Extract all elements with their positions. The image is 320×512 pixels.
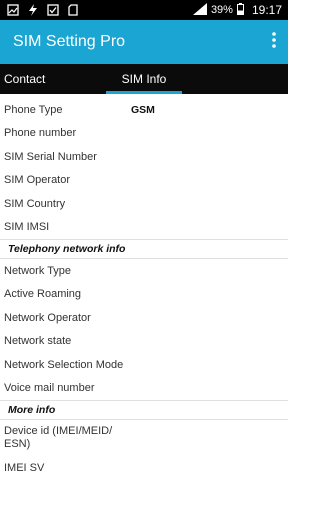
- info-label: Network Selection Mode: [4, 358, 124, 371]
- battery-percent: 39%: [210, 4, 233, 16]
- info-row-network-operator: Network Operator: [0, 306, 288, 330]
- info-row-sim-operator: SIM Operator: [0, 169, 288, 193]
- info-row-network-selection-mode: Network Selection Mode: [0, 353, 288, 377]
- info-label: IMEI SV: [4, 461, 45, 474]
- info-row-network-type: Network Type: [0, 259, 288, 283]
- overflow-menu-button[interactable]: [260, 20, 288, 64]
- image-notification-icon: [7, 4, 19, 16]
- flash-notification-icon: [28, 4, 38, 16]
- info-row-device-id: Device id (IMEI/MEID/ ESN): [0, 420, 288, 456]
- section-header-telephony: Telephony network info: [0, 239, 288, 259]
- info-row-voice-mail: Voice mail number: [0, 377, 288, 401]
- info-row-active-roaming: Active Roaming: [0, 283, 288, 307]
- info-row-sim-country: SIM Country: [0, 192, 288, 216]
- info-row-sim-serial: SIM Serial Number: [0, 145, 288, 169]
- sd-card-notification-icon: [68, 4, 78, 16]
- info-label: Network state: [4, 335, 72, 348]
- info-row-network-state: Network state: [0, 330, 288, 354]
- sim-info-content: Phone Type GSM Phone number SIM Serial N…: [0, 94, 288, 480]
- info-label: SIM Operator: [4, 174, 71, 187]
- info-label: Network Operator: [4, 311, 91, 324]
- signal-icon: [192, 2, 207, 18]
- info-row-phone-type: Phone Type GSM: [0, 98, 288, 122]
- info-row-phone-number: Phone number: [0, 122, 288, 146]
- info-row-sim-imsi: SIM IMSI: [0, 216, 288, 240]
- info-label: Phone Type: [4, 103, 63, 116]
- tab-sim-info[interactable]: SIM Info: [106, 64, 182, 94]
- section-header-more-info: More info: [0, 400, 288, 420]
- info-value: GSM: [131, 103, 155, 116]
- tab-bar: Contact SIM Info: [0, 64, 288, 94]
- info-label: Device id (IMEI/MEID/ ESN): [4, 425, 113, 450]
- app-bar: SIM Setting Pro: [0, 20, 288, 64]
- tab-contact[interactable]: Contact: [0, 64, 106, 94]
- info-label: SIM Country: [4, 197, 66, 210]
- more-vert-icon: [272, 31, 276, 53]
- info-label: Voice mail number: [4, 382, 95, 395]
- info-label: Phone number: [4, 127, 77, 140]
- checkmark-notification-icon: [47, 4, 59, 16]
- battery-icon: [236, 2, 244, 18]
- info-row-imei-sv: IMEI SV: [0, 456, 288, 480]
- info-label: Network Type: [4, 264, 72, 277]
- app-title: SIM Setting Pro: [13, 33, 126, 50]
- status-bar: 39% 19:17: [0, 0, 288, 20]
- info-label: SIM Serial Number: [4, 150, 97, 163]
- info-label: Active Roaming: [4, 288, 82, 301]
- clock: 19:17: [251, 3, 282, 17]
- info-label: SIM IMSI: [4, 221, 50, 234]
